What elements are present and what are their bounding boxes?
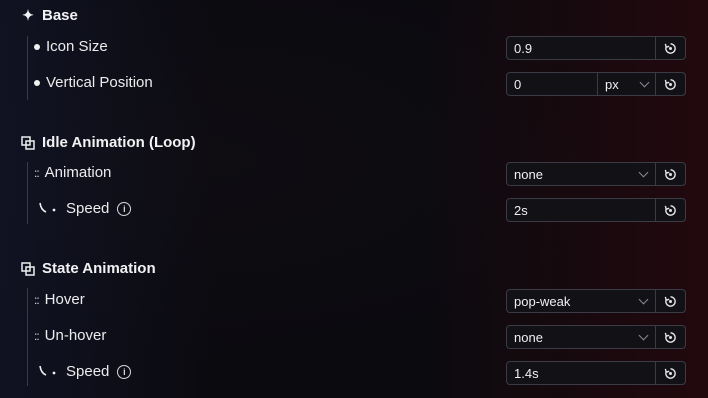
sub-item-hook-icon xyxy=(34,202,60,216)
bullet-icon xyxy=(34,43,40,50)
section-title-base: ✦ Base xyxy=(20,7,78,24)
reset-icon[interactable] xyxy=(655,362,685,384)
state-speed-field[interactable]: 1.4s xyxy=(506,361,686,385)
layers-icon xyxy=(20,135,36,150)
vertical-position-input[interactable]: 0 xyxy=(507,73,597,95)
layers-icon xyxy=(20,261,36,276)
chevron-down-icon xyxy=(639,77,650,87)
un-hover-animation-select[interactable]: none xyxy=(506,325,686,349)
icon-size-field[interactable]: 0.9 xyxy=(506,36,686,60)
unit-select[interactable]: px xyxy=(597,73,655,95)
info-icon[interactable]: i xyxy=(117,364,132,379)
sub-item-hook-icon xyxy=(34,365,60,379)
row-hover: :: Hover pop-weak xyxy=(0,287,708,315)
label-icon-size: Icon Size xyxy=(46,38,108,55)
chevron-down-icon xyxy=(638,330,649,340)
idle-speed-field[interactable]: 2s xyxy=(506,198,686,222)
chevron-down-icon xyxy=(638,167,649,177)
label-speed: Speed xyxy=(66,363,110,380)
info-icon[interactable]: i xyxy=(117,201,132,216)
reset-icon[interactable] xyxy=(655,199,685,221)
section-title-idle-animation: Idle Animation (Loop) xyxy=(20,134,196,151)
drag-handle-icon: :: xyxy=(34,165,40,180)
drag-handle-icon: :: xyxy=(34,328,40,343)
row-vertical-position: Vertical Position 0 px xyxy=(0,70,708,98)
reset-icon[interactable] xyxy=(655,37,685,59)
label-speed: Speed xyxy=(66,200,110,217)
row-idle-speed: Speed i 2s xyxy=(0,196,708,224)
hover-animation-select[interactable]: pop-weak xyxy=(506,289,686,313)
reset-icon[interactable] xyxy=(655,73,685,95)
state-speed-input[interactable]: 1.4s xyxy=(507,362,655,384)
reset-icon[interactable] xyxy=(655,326,685,348)
idle-animation-select[interactable]: none xyxy=(506,162,686,186)
idle-speed-input[interactable]: 2s xyxy=(507,199,655,221)
reset-icon[interactable] xyxy=(655,290,685,312)
label-hover: Hover xyxy=(44,291,85,308)
label-animation: Animation xyxy=(44,164,112,181)
row-idle-animation: :: Animation none xyxy=(0,160,708,188)
row-icon-size: Icon Size 0.9 xyxy=(0,34,708,62)
row-un-hover: :: Un-hover none xyxy=(0,323,708,351)
label-vertical-position: Vertical Position xyxy=(46,74,153,91)
label-un-hover: Un-hover xyxy=(44,327,107,344)
vertical-position-field[interactable]: 0 px xyxy=(506,72,686,96)
icon-size-input[interactable]: 0.9 xyxy=(507,37,655,59)
sparkle-icon: ✦ xyxy=(22,7,34,23)
section-title-state-animation: State Animation xyxy=(20,260,156,277)
bullet-icon xyxy=(34,79,40,86)
drag-handle-icon: :: xyxy=(34,292,40,307)
reset-icon[interactable] xyxy=(655,163,685,185)
chevron-down-icon xyxy=(638,294,649,304)
row-state-speed: Speed i 1.4s xyxy=(0,359,708,387)
